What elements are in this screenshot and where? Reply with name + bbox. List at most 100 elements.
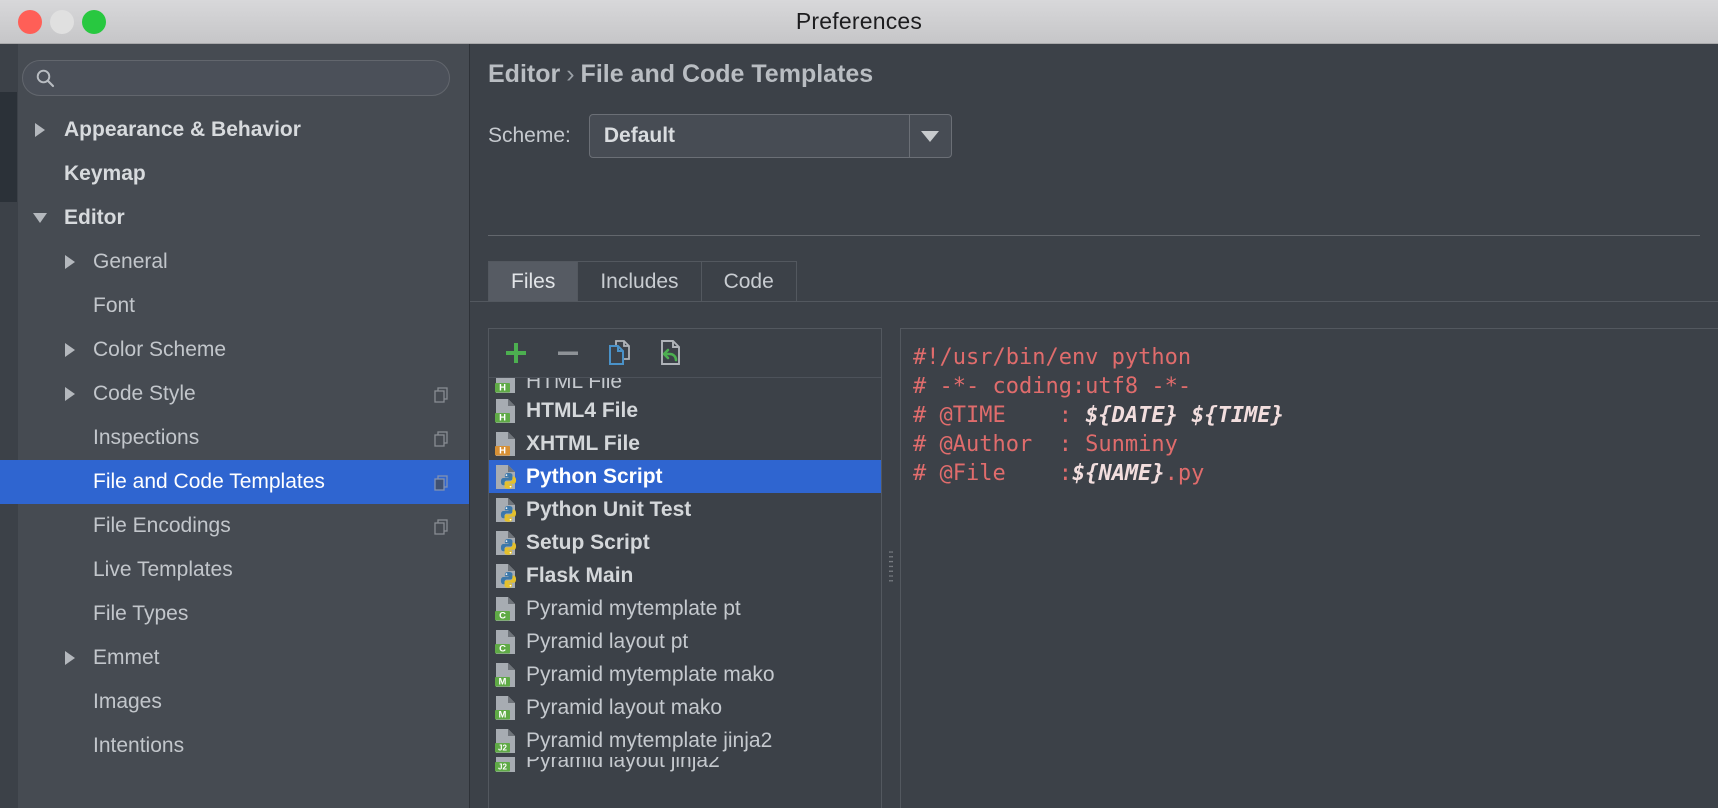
tab-includes[interactable]: Includes <box>577 261 701 302</box>
chevron-down-icon[interactable] <box>30 208 50 228</box>
template-list-item[interactable]: C Pyramid mytemplate pt <box>489 592 881 625</box>
breadcrumb-parent[interactable]: Editor <box>488 60 560 88</box>
remove-template-button[interactable] <box>553 338 583 368</box>
template-list-item[interactable]: J2 Pyramid mytemplate jinja2 <box>489 724 881 757</box>
sidebar-item-keymap[interactable]: Keymap <box>0 152 469 196</box>
template-list-item[interactable]: H HTML4 File <box>489 394 881 427</box>
traffic-lights <box>18 0 106 44</box>
chevron-right-icon[interactable] <box>60 252 80 272</box>
sidebar-item-label: Appearance & Behavior <box>64 118 301 141</box>
chameleon-file-icon: C <box>495 596 517 622</box>
template-list-item-label: Pyramid mytemplate mako <box>526 662 775 686</box>
jinja-file-icon: J2 <box>495 728 517 754</box>
sidebar-item-editor[interactable]: Editor <box>0 196 469 240</box>
close-window-icon[interactable] <box>18 10 42 34</box>
sidebar-item-inspections[interactable]: Inspections <box>0 416 469 460</box>
sidebar-item-intentions[interactable]: Intentions <box>0 724 469 768</box>
code-text: # -*- coding:utf8 -*- <box>913 374 1192 399</box>
sidebar-item-live-templates[interactable]: Live Templates <box>0 548 469 592</box>
sidebar-item-appearance-behavior[interactable]: Appearance & Behavior <box>0 108 469 152</box>
template-list-item[interactable]: H HTML File <box>489 378 881 394</box>
sidebar-item-label: Color Scheme <box>93 338 227 361</box>
sidebar-item-file-encodings[interactable]: File Encodings <box>0 504 469 548</box>
template-list-item[interactable]: J2 Pyramid layout jinja2 <box>489 757 881 773</box>
sidebar-item-label: Images <box>93 690 162 713</box>
window-titlebar: Preferences <box>0 0 1718 44</box>
copy-settings-icon[interactable] <box>433 518 450 535</box>
scheme-row: Scheme: Default <box>488 114 952 158</box>
splitter-grip-icon <box>889 551 893 582</box>
search-icon <box>35 68 55 88</box>
breadcrumb-separator-icon: › <box>566 60 575 88</box>
mako-file-icon: M <box>495 695 517 721</box>
sidebar-item-color-scheme[interactable]: Color Scheme <box>0 328 469 372</box>
template-list-item-label: HTML File <box>526 378 623 393</box>
sidebar-item-images[interactable]: Images <box>0 680 469 724</box>
template-list-item[interactable]: C Pyramid layout pt <box>489 625 881 658</box>
window-title: Preferences <box>795 8 923 34</box>
chevron-right-icon[interactable] <box>60 648 80 668</box>
minimize-window-icon[interactable] <box>50 10 74 34</box>
template-list-item-label: Pyramid layout mako <box>526 695 723 719</box>
scheme-dropdown[interactable]: Default <box>588 114 952 158</box>
template-list[interactable]: H HTML File H HTML4 File H XHTML File Python S… <box>489 378 881 808</box>
chevron-right-icon[interactable] <box>60 340 80 360</box>
code-line: # @Author : Sunminy <box>913 430 1718 459</box>
search-input[interactable] <box>55 62 449 94</box>
chevron-right-icon[interactable] <box>60 384 80 404</box>
template-list-item[interactable]: Python Unit Test <box>489 493 881 526</box>
sidebar-item-label: Inspections <box>93 426 200 449</box>
settings-sidebar: Appearance & Behavior Keymap Editor General… <box>0 44 470 808</box>
template-list-item[interactable]: Flask Main <box>489 559 881 592</box>
chevron-down-icon[interactable] <box>908 115 951 157</box>
template-list-item[interactable]: H XHTML File <box>489 427 881 460</box>
template-list-item-label: Python Unit Test <box>526 497 692 521</box>
template-code-editor[interactable]: #!/usr/bin/env python # -*- coding:utf8 -… <box>900 328 1718 808</box>
sidebar-item-font[interactable]: Font <box>0 284 469 328</box>
template-list-item[interactable]: Setup Script <box>489 526 881 559</box>
code-line: #!/usr/bin/env python <box>913 343 1718 372</box>
template-list-item[interactable]: M Pyramid mytemplate mako <box>489 658 881 691</box>
template-list-item-label: Pyramid layout pt <box>526 629 689 653</box>
xhtml-file-icon: H <box>495 431 517 457</box>
code-line: # @File :${NAME}.py <box>913 459 1718 488</box>
code-line: # @TIME : ${DATE} ${TIME} <box>913 401 1718 430</box>
copy-settings-icon[interactable] <box>433 386 450 403</box>
panel-splitter[interactable] <box>884 328 898 808</box>
add-template-button[interactable] <box>501 338 531 368</box>
maximize-window-icon[interactable] <box>82 10 106 34</box>
search-field[interactable] <box>22 60 450 96</box>
template-list-item-label: Python Script <box>526 464 663 488</box>
template-list-item-label: Pyramid layout jinja2 <box>526 757 720 772</box>
template-list-item-label: Setup Script <box>526 530 650 554</box>
sidebar-item-label: File Types <box>93 602 189 625</box>
sidebar-item-label: Intentions <box>93 734 185 757</box>
code-text: # @Author : Sunminy <box>913 432 1178 457</box>
code-line: # -*- coding:utf8 -*- <box>913 372 1718 401</box>
copy-settings-icon[interactable] <box>433 430 450 447</box>
chevron-right-icon[interactable] <box>30 120 50 140</box>
sidebar-item-file-types[interactable]: File Types <box>0 592 469 636</box>
python-file-icon <box>495 464 517 490</box>
copy-settings-icon[interactable] <box>433 474 450 491</box>
sidebar-item-file-and-code-templates[interactable]: File and Code Templates <box>0 460 469 504</box>
sidebar-item-label: Emmet <box>93 646 160 669</box>
tab-code[interactable]: Code <box>700 261 797 302</box>
tab-label: Includes <box>600 269 679 293</box>
window-content: Appearance & Behavior Keymap Editor General… <box>0 44 1718 808</box>
html-file-icon: H <box>495 378 517 394</box>
breadcrumb: Editor › File and Code Templates <box>488 60 873 89</box>
sidebar-item-general[interactable]: General <box>0 240 469 284</box>
sidebar-item-emmet[interactable]: Emmet <box>0 636 469 680</box>
template-list-item[interactable]: Python Script <box>489 460 881 493</box>
python-file-icon <box>495 530 517 556</box>
copy-template-button[interactable] <box>605 338 635 368</box>
sidebar-item-label: File Encodings <box>93 514 231 537</box>
template-list-item-label: HTML4 File <box>526 398 639 422</box>
template-list-item[interactable]: M Pyramid layout mako <box>489 691 881 724</box>
chameleon-file-icon: C <box>495 629 517 655</box>
tab-files[interactable]: Files <box>488 261 578 302</box>
reset-template-button[interactable] <box>657 338 687 368</box>
sidebar-item-label: Live Templates <box>93 558 233 581</box>
sidebar-item-code-style[interactable]: Code Style <box>0 372 469 416</box>
